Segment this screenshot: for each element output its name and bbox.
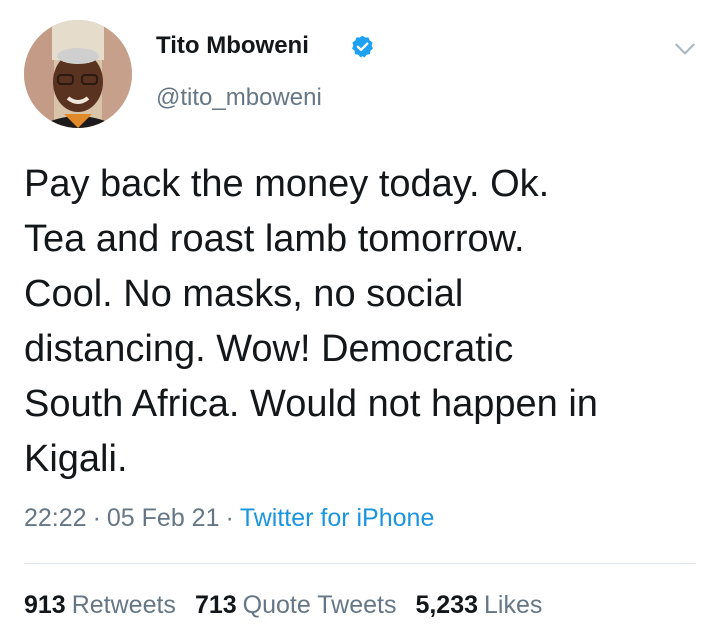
author-name[interactable]: Tito Mboweni: [156, 32, 309, 60]
likes-label: Likes: [484, 591, 543, 619]
tweet-time[interactable]: 22:22: [24, 504, 87, 532]
tweet-date[interactable]: 05 Feb 21: [107, 504, 220, 532]
meta-separator: ·: [225, 504, 234, 532]
likes-count: 5,233: [415, 591, 479, 619]
tweet-text-line: Tea and roast lamb tomorrow.: [24, 218, 525, 260]
likes-stat[interactable]: 5,233 Likes: [415, 591, 542, 620]
tweet-text-line: Cool. No masks, no social: [24, 273, 464, 315]
tweet-text-line: South Africa. Would not happen in: [24, 383, 598, 425]
avatar-image: [24, 20, 132, 128]
chevron-down-icon[interactable]: [672, 36, 698, 62]
avatar[interactable]: [24, 20, 132, 128]
quote-tweets-label: Quote Tweets: [242, 591, 397, 619]
verified-badge-icon: [352, 35, 373, 58]
tweet-text-line: Kigali.: [24, 438, 128, 480]
tweet-text-line: distancing. Wow! Democratic: [24, 328, 514, 370]
divider: [24, 563, 696, 564]
tweet-source-link[interactable]: Twitter for iPhone: [240, 504, 435, 532]
tweet-meta: 22:22 · 05 Feb 21 · Twitter for iPhone: [24, 504, 434, 533]
tweet-text-line: Pay back the money today. Ok.: [24, 163, 550, 205]
engagement-stats: 913 Retweets 713 Quote Tweets 5,233 Likes: [24, 591, 561, 620]
retweets-label: Retweets: [71, 591, 176, 619]
tweet-text: Pay back the money today. Ok. Tea and ro…: [24, 157, 704, 487]
retweets-stat[interactable]: 913 Retweets: [24, 591, 176, 620]
quote-tweets-count: 713: [194, 591, 237, 619]
tweet-card: Tito Mboweni @tito_mboweni Pay back the …: [0, 0, 720, 628]
quote-tweets-stat[interactable]: 713 Quote Tweets: [195, 591, 397, 620]
retweets-count: 913: [24, 591, 66, 619]
author-handle[interactable]: @tito_mboweni: [156, 84, 322, 112]
meta-separator: ·: [92, 504, 101, 532]
